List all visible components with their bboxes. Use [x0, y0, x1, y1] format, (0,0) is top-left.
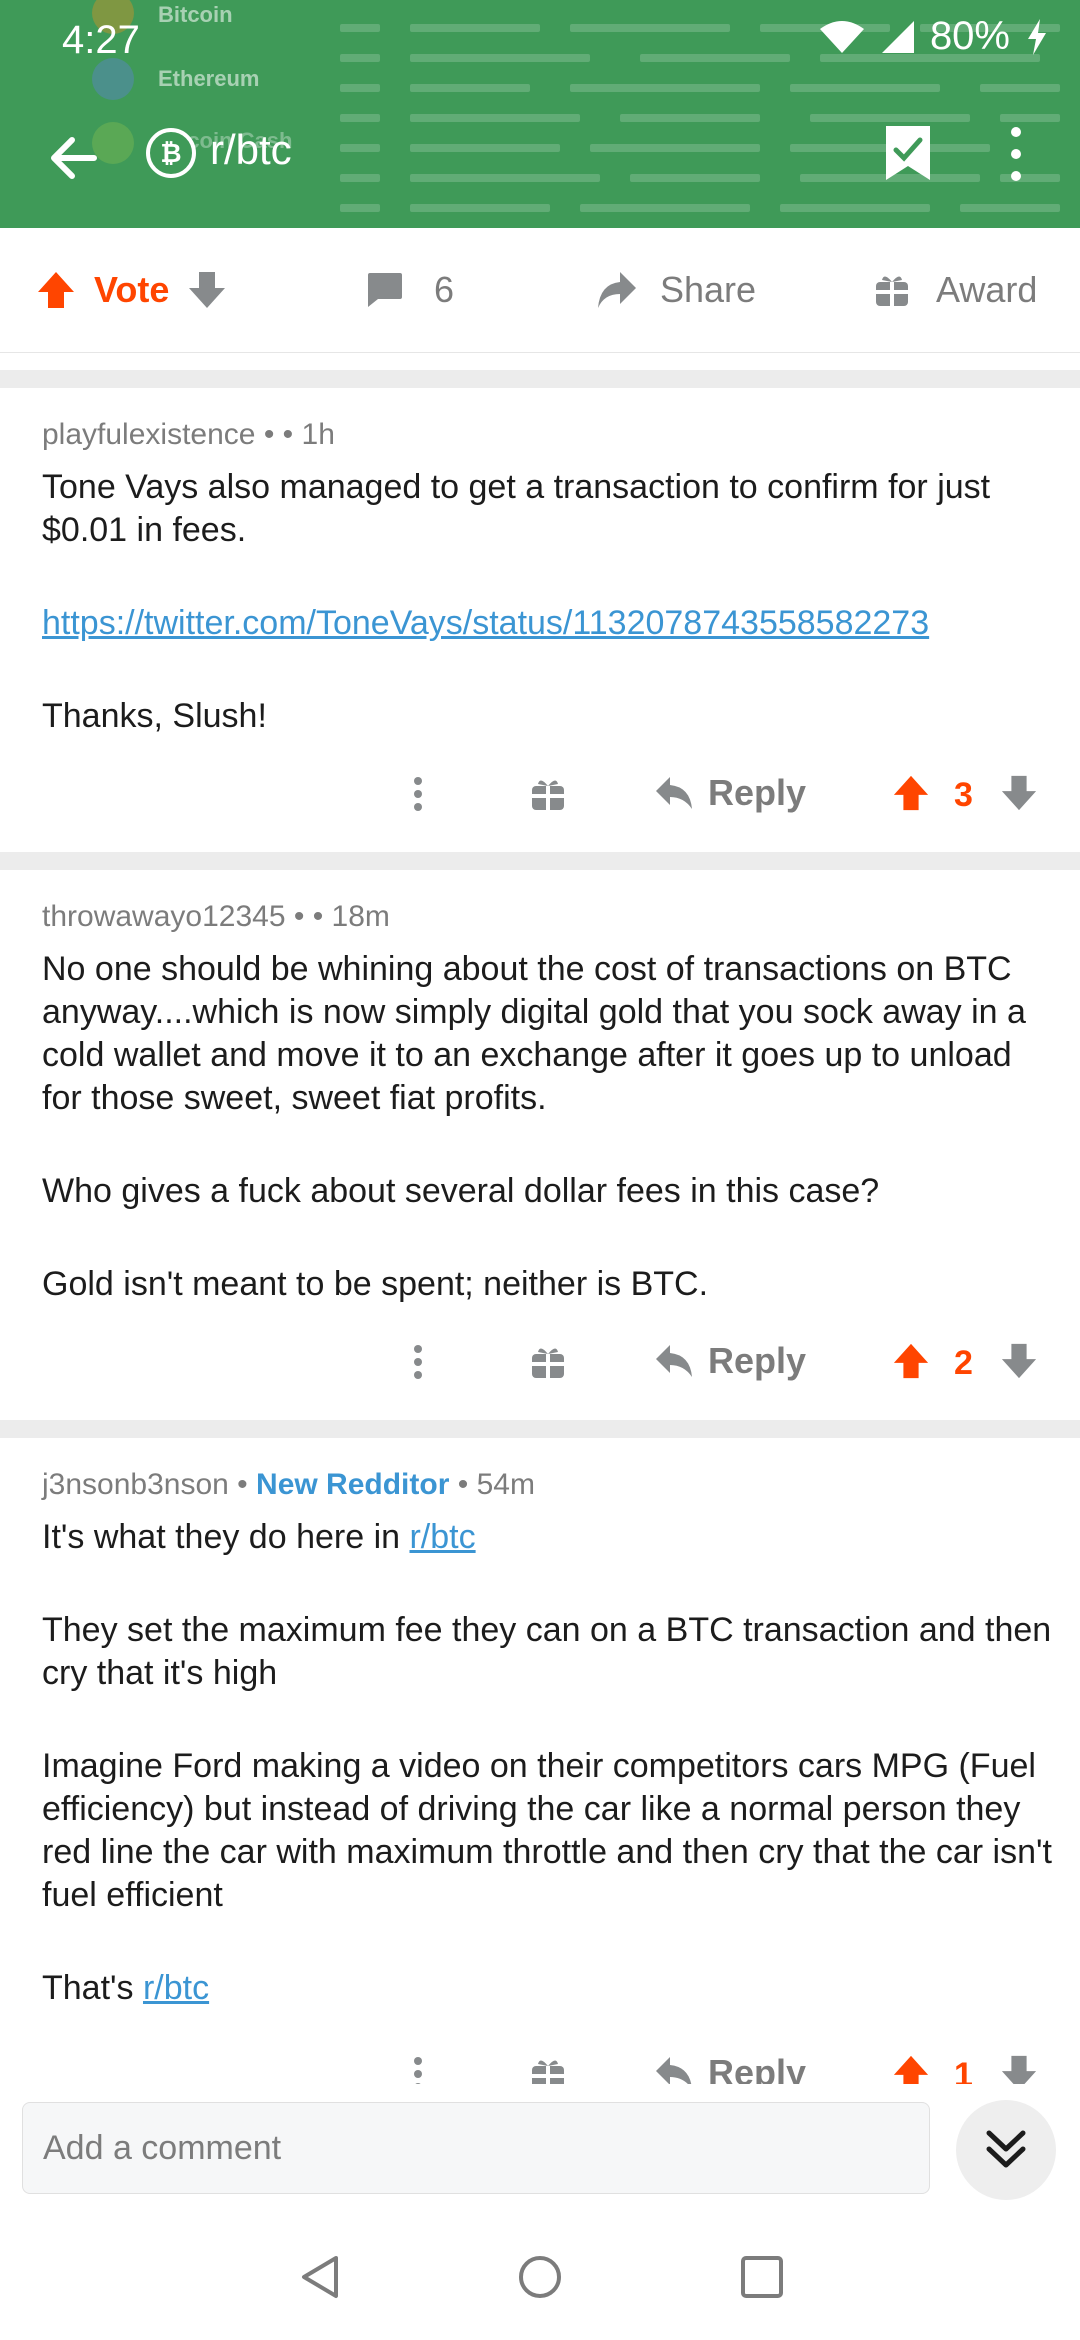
divider — [0, 370, 1080, 388]
comment-paragraph: Tone Vays also managed to get a transact… — [42, 468, 991, 549]
reply-arrow-icon — [656, 777, 692, 809]
share-button[interactable]: Share — [596, 228, 756, 352]
comment-paragraph: They set the maximum fee they can on a B… — [42, 1611, 1052, 1692]
comment-paragraph: No one should be whining about the cost … — [42, 950, 1026, 1117]
more-vertical-icon[interactable] — [412, 776, 424, 812]
comment-age: • 54m — [457, 1468, 535, 1501]
add-comment-input[interactable] — [22, 2102, 930, 2194]
reply-arrow-icon — [656, 2057, 692, 2084]
comment-bubble-icon — [368, 273, 402, 307]
comment-3: j3nsonb3nson • New Redditor • 54m It's w… — [0, 1438, 1080, 2084]
meta-separator: • — [237, 1468, 248, 1501]
downvote-arrow-icon[interactable] — [1000, 2054, 1038, 2084]
share-label: Share — [660, 269, 757, 310]
reply-button[interactable]: Reply — [654, 2052, 806, 2084]
more-vertical-icon[interactable] — [412, 1344, 424, 1380]
gift-icon[interactable] — [530, 1344, 566, 1380]
divider — [0, 1420, 1080, 1438]
comment-composer — [0, 2084, 1080, 2214]
collapse-comments-button[interactable] — [956, 2100, 1056, 2200]
reply-label: Reply — [708, 772, 807, 813]
comment-text: It's what they do here in — [42, 1518, 410, 1556]
comments-button[interactable]: 6 — [364, 228, 454, 352]
reply-button[interactable]: Reply — [654, 772, 806, 814]
comment-actions: Reply 1 — [0, 2050, 1080, 2084]
bookmark-check-icon[interactable] — [882, 124, 934, 182]
status-time: 4:27 — [62, 18, 140, 62]
award-label: Award — [936, 269, 1038, 310]
comment-author[interactable]: j3nsonb3nson — [42, 1468, 229, 1501]
back-arrow-icon[interactable] — [44, 128, 104, 188]
comment-1: playfulexistence • • 1h Tone Vays also m… — [0, 388, 1080, 852]
nav-home-icon[interactable] — [517, 2254, 563, 2300]
more-vertical-icon[interactable] — [412, 2056, 424, 2084]
comment-2: throwawayo12345 • • 18m No one should be… — [0, 870, 1080, 1420]
comment-paragraph: Thanks, Slush! — [42, 697, 267, 735]
upvote-arrow-icon[interactable] — [36, 270, 76, 310]
vote-label: Vote — [94, 269, 170, 310]
nav-recents-icon[interactable] — [739, 2254, 785, 2300]
comment-text: That's — [42, 1969, 143, 2007]
nav-back-icon[interactable] — [298, 2254, 344, 2300]
comment-author[interactable]: throwawayo12345 — [42, 900, 286, 933]
reply-arrow-icon — [656, 1345, 692, 1377]
wifi-icon — [819, 20, 864, 53]
twitter-link[interactable]: https://twitter.com/ToneVays/status/1132… — [42, 604, 929, 642]
comment-paragraph: Imagine Ford making a video on their com… — [42, 1747, 1052, 1914]
upvote-arrow-icon[interactable] — [892, 2054, 930, 2084]
app-header: Bitcoin Ethereum Bitcoin Cash 4:27 80% ₿… — [0, 0, 1080, 228]
vote-control: Vote — [36, 228, 227, 352]
comment-body: Tone Vays also managed to get a transact… — [42, 466, 1052, 788]
comment-paragraph: Who gives a fuck about several dollar fe… — [42, 1172, 880, 1210]
status-bar: 4:27 80% — [0, 0, 1080, 80]
comment-score: 3 — [954, 776, 973, 814]
new-redditor-flair: New Redditor — [256, 1468, 450, 1501]
comment-score: 2 — [954, 1344, 973, 1382]
meta-separator: • — [293, 900, 305, 933]
reply-label: Reply — [708, 2052, 807, 2084]
downvote-arrow-icon[interactable] — [1000, 1342, 1038, 1380]
comment-age: • 1h — [282, 418, 335, 451]
reply-label: Reply — [708, 1340, 807, 1381]
more-vertical-icon[interactable] — [1006, 124, 1026, 184]
gift-icon — [876, 276, 908, 306]
gift-icon[interactable] — [530, 2056, 566, 2084]
double-chevron-down-icon — [986, 2130, 1026, 2168]
comment-actions: Reply 3 — [0, 770, 1080, 830]
subreddit-link[interactable]: r/btc — [143, 1969, 209, 2007]
downvote-arrow-icon[interactable] — [187, 270, 227, 310]
comment-author[interactable]: playfulexistence — [42, 418, 255, 451]
comment-body: No one should be whining about the cost … — [42, 948, 1052, 1356]
comment-meta: j3nsonb3nson • New Redditor • 54m — [42, 1468, 535, 1502]
comment-meta: throwawayo12345 • • 18m — [42, 900, 390, 934]
charging-icon — [1028, 18, 1046, 55]
downvote-arrow-icon[interactable] — [1000, 774, 1038, 812]
subreddit-link[interactable]: r/btc — [409, 1518, 475, 1556]
comment-body: It's what they do here in r/btc They set… — [42, 1516, 1052, 2060]
cell-signal-icon — [881, 20, 914, 53]
gift-icon[interactable] — [530, 776, 566, 812]
share-arrow-icon — [598, 272, 636, 308]
comment-age: • 18m — [312, 900, 390, 933]
system-nav-bar — [0, 2214, 1080, 2340]
award-button[interactable]: Award — [874, 228, 1037, 352]
comment-meta: playfulexistence • • 1h — [42, 418, 335, 452]
status-right: 80% — [818, 14, 1050, 59]
post-action-bar: Vote 6 Share Award — [0, 228, 1080, 353]
comment-paragraph: Gold isn't meant to be spent; neither is… — [42, 1265, 709, 1303]
battery-percent: 80% — [929, 14, 1010, 58]
upvote-arrow-icon[interactable] — [892, 1342, 930, 1380]
divider — [0, 852, 1080, 870]
subreddit-icon[interactable]: ₿ — [146, 128, 196, 178]
meta-separator: • — [263, 418, 275, 451]
upvote-arrow-icon[interactable] — [892, 774, 930, 812]
comment-count: 6 — [434, 269, 455, 310]
comment-score: 1 — [954, 2056, 973, 2084]
comment-actions: Reply 2 — [0, 1338, 1080, 1398]
reply-button[interactable]: Reply — [654, 1340, 806, 1382]
subreddit-name[interactable]: r/btc — [210, 126, 292, 174]
